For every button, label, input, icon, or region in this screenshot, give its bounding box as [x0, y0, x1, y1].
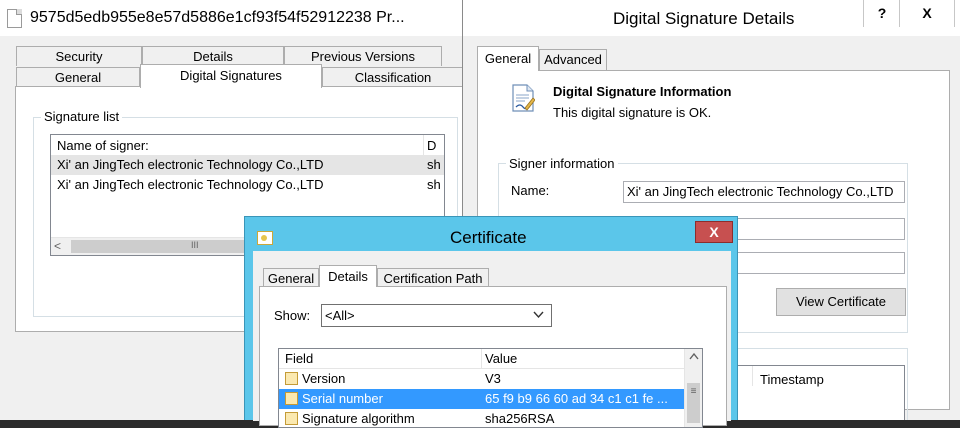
scroll-grip-icon: III — [191, 240, 199, 250]
tab-previous-versions[interactable]: Previous Versions — [284, 46, 442, 66]
help-button[interactable]: ? — [863, 0, 900, 27]
scroll-up-icon[interactable] — [689, 352, 699, 360]
info-status: This digital signature is OK. — [553, 105, 712, 120]
certificate-field-list[interactable]: Field Value Version V3 Serial number 65 … — [278, 348, 703, 428]
tab-general[interactable]: General — [16, 67, 140, 87]
field-value: sha256RSA — [485, 411, 555, 426]
column-divider[interactable] — [752, 366, 753, 386]
scroll-grip-icon: ≡ — [690, 386, 697, 397]
dropdown-arrow-icon — [533, 311, 544, 319]
field-icon — [285, 412, 298, 425]
signer-row[interactable]: Xi' an JingTech electronic Technology Co… — [51, 155, 444, 175]
show-label: Show: — [274, 308, 311, 323]
dialog-body: General Details Certification Path Show:… — [253, 251, 731, 428]
close-button[interactable]: X — [695, 221, 733, 243]
document-signature-icon — [512, 84, 535, 112]
certificate-window: Certificate X General Details Certificat… — [244, 216, 738, 428]
window-title: Digital Signature Details — [613, 9, 795, 28]
tab-certification-path[interactable]: Certification Path — [377, 268, 489, 287]
signer-name: Xi' an JingTech electronic Technology Co… — [57, 157, 324, 172]
certificate-icon — [257, 231, 273, 245]
view-certificate-button[interactable]: View Certificate — [776, 288, 906, 316]
file-icon — [7, 9, 22, 28]
signature-details-titlebar[interactable]: Digital Signature Details ? X — [463, 0, 960, 36]
signer-info-label: Signer information — [506, 156, 618, 171]
tab-general[interactable]: General — [477, 46, 539, 71]
column-header-field[interactable]: Field — [285, 351, 313, 366]
window-title: Certificate — [450, 228, 527, 247]
field-name: Signature algorithm — [302, 411, 415, 426]
field-value: V3 — [485, 371, 501, 386]
signature-list-label: Signature list — [41, 109, 123, 124]
name-field[interactable]: Xi' an JingTech electronic Technology Co… — [623, 181, 905, 203]
show-dropdown-value: <All> — [325, 308, 355, 323]
vertical-scrollbar[interactable]: ≡ — [684, 349, 702, 427]
field-name: Version — [302, 371, 346, 386]
signer-digest: sh — [427, 177, 441, 192]
field-value: 65 f9 b9 66 60 ad 34 c1 c1 fe ... — [485, 391, 668, 406]
certificate-field-row[interactable]: Signature algorithm sha256RSA — [279, 409, 684, 427]
tab-general[interactable]: General — [263, 268, 319, 287]
list-header: Field Value — [279, 349, 702, 369]
scroll-thumb[interactable]: ≡ — [687, 383, 700, 423]
scroll-left-icon[interactable]: < — [54, 239, 61, 253]
tab-advanced[interactable]: Advanced — [539, 49, 607, 71]
file-properties-titlebar[interactable]: 9575d5edb955e8e57d5886e1cf93f54f52912238… — [0, 0, 466, 37]
list-header: Name of signer: D — [51, 135, 444, 156]
field-icon — [285, 372, 298, 385]
column-header-digest[interactable]: D — [427, 138, 436, 153]
field-name: Serial number — [302, 391, 383, 406]
tab-details[interactable]: Details — [142, 46, 284, 66]
column-divider[interactable] — [481, 349, 482, 368]
name-label: Name: — [511, 183, 550, 198]
tab-classification[interactable]: Classification — [322, 67, 464, 87]
column-header-name[interactable]: Name of signer: — [57, 138, 149, 153]
tab-security[interactable]: Security — [16, 46, 142, 66]
column-header-timestamp[interactable]: Timestamp — [760, 372, 824, 387]
column-divider[interactable] — [423, 135, 424, 155]
show-dropdown[interactable]: <All> — [321, 304, 552, 327]
certificate-field-row-selected[interactable]: Serial number 65 f9 b9 66 60 ad 34 c1 c1… — [279, 389, 684, 409]
signer-digest: sh — [427, 157, 441, 172]
window-title: 9575d5edb955e8e57d5886e1cf93f54f52912238… — [30, 9, 405, 26]
close-button[interactable]: X — [899, 0, 955, 27]
signer-row[interactable]: Xi' an JingTech electronic Technology Co… — [51, 175, 444, 195]
tab-details[interactable]: Details — [319, 265, 377, 287]
column-header-value[interactable]: Value — [485, 351, 517, 366]
field-icon — [285, 392, 298, 405]
signer-name: Xi' an JingTech electronic Technology Co… — [57, 177, 324, 192]
tab-digital-signatures[interactable]: Digital Signatures — [140, 64, 322, 88]
certificate-field-row[interactable]: Version V3 — [279, 369, 684, 389]
info-title: Digital Signature Information — [553, 84, 732, 99]
